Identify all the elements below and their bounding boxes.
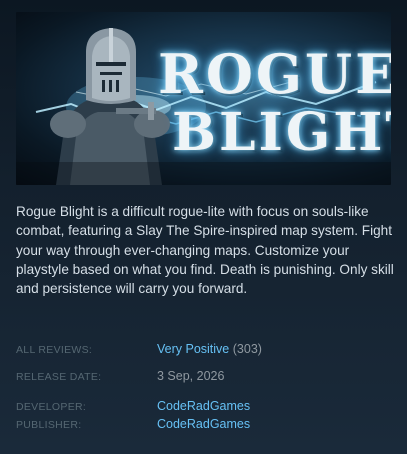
game-logo-line-1: ROGUE bbox=[158, 42, 391, 106]
game-header-capsule[interactable]: ROGUE BLIGHT bbox=[16, 12, 391, 185]
reviews-row: ALL REVIEWS: Very Positive (303) bbox=[16, 342, 396, 360]
reviews-value[interactable]: Very Positive (303) bbox=[157, 342, 262, 356]
publisher-row: PUBLISHER: CodeRadGames bbox=[16, 417, 396, 435]
developer-link[interactable]: CodeRadGames bbox=[157, 399, 250, 413]
game-info-panel: ROGUE BLIGHT Rogue Blight is a difficult… bbox=[0, 0, 407, 454]
game-logo-line-2: BLIGHT bbox=[172, 102, 391, 163]
release-date-row: RELEASE DATE: 3 Sep, 2026 bbox=[16, 369, 396, 387]
game-description: Rogue Blight is a difficult rogue-lite w… bbox=[16, 204, 394, 297]
developer-label: DEVELOPER: bbox=[16, 401, 87, 413]
publisher-link[interactable]: CodeRadGames bbox=[157, 417, 250, 431]
developer-row: DEVELOPER: CodeRadGames bbox=[16, 399, 396, 417]
reviews-label: ALL REVIEWS: bbox=[16, 344, 93, 356]
publisher-label: PUBLISHER: bbox=[16, 419, 82, 431]
release-date-label: RELEASE DATE: bbox=[16, 371, 102, 383]
reviews-count: (303) bbox=[232, 342, 262, 356]
reviews-summary[interactable]: Very Positive bbox=[157, 342, 229, 356]
release-date-value: 3 Sep, 2026 bbox=[157, 369, 225, 383]
